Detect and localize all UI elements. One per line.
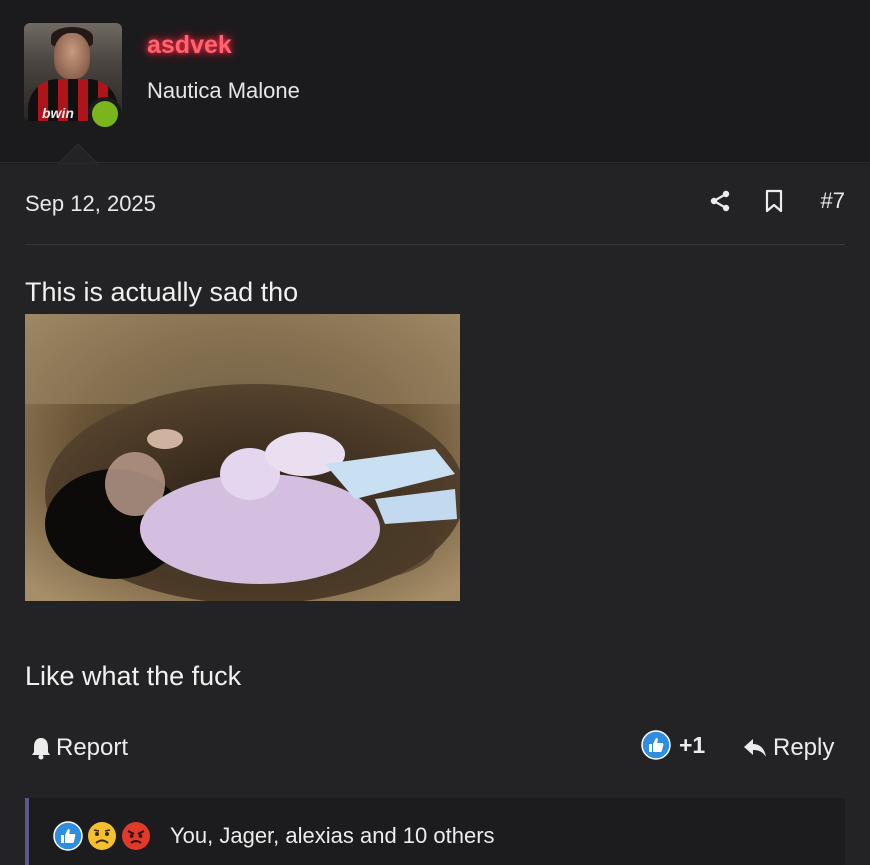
- like-icon: [53, 821, 83, 851]
- avatar-sponsor-text: bwin: [42, 105, 74, 121]
- reaction-button[interactable]: +1: [641, 730, 705, 760]
- post-actions: #7: [707, 186, 845, 216]
- like-icon: [641, 730, 671, 760]
- post-date[interactable]: Sep 12, 2025: [25, 191, 156, 217]
- post-text-line: This is actually sad tho: [25, 277, 299, 307]
- user-title: Nautica Malone: [147, 78, 300, 103]
- bookmark-icon[interactable]: [761, 186, 787, 216]
- reply-icon: [744, 739, 766, 757]
- reactions-summary-bar[interactable]: You, Jager, alexias and 10 others: [25, 798, 845, 865]
- angry-icon: [121, 821, 151, 851]
- post: Sep 12, 2025 #7 This is actually sad tho: [0, 164, 870, 865]
- sad-icon: [87, 821, 117, 851]
- post-number-link[interactable]: #7: [821, 188, 845, 214]
- reaction-icons: [53, 821, 155, 851]
- header-arrow: [58, 143, 98, 164]
- username-link[interactable]: asdvek: [147, 31, 232, 60]
- divider: [25, 244, 845, 245]
- report-label: Report: [56, 734, 129, 761]
- post-text-line: Like what the fuck: [25, 661, 242, 691]
- avatar-face: [54, 33, 90, 79]
- online-status-indicator: [88, 97, 122, 131]
- reply-button[interactable]: Reply: [743, 734, 834, 762]
- reactions-summary-text[interactable]: You, Jager, alexias and 10 others: [170, 823, 495, 849]
- post-image[interactable]: [25, 314, 460, 601]
- share-icon[interactable]: [707, 186, 733, 216]
- reply-label: Reply: [773, 734, 835, 761]
- reaction-count: +1: [679, 731, 706, 758]
- user-header: bwin asdvek Nautica Malone: [0, 0, 870, 164]
- report-button[interactable]: Report: [30, 734, 128, 762]
- bell-icon: [32, 738, 50, 760]
- avatar[interactable]: bwin: [24, 23, 122, 131]
